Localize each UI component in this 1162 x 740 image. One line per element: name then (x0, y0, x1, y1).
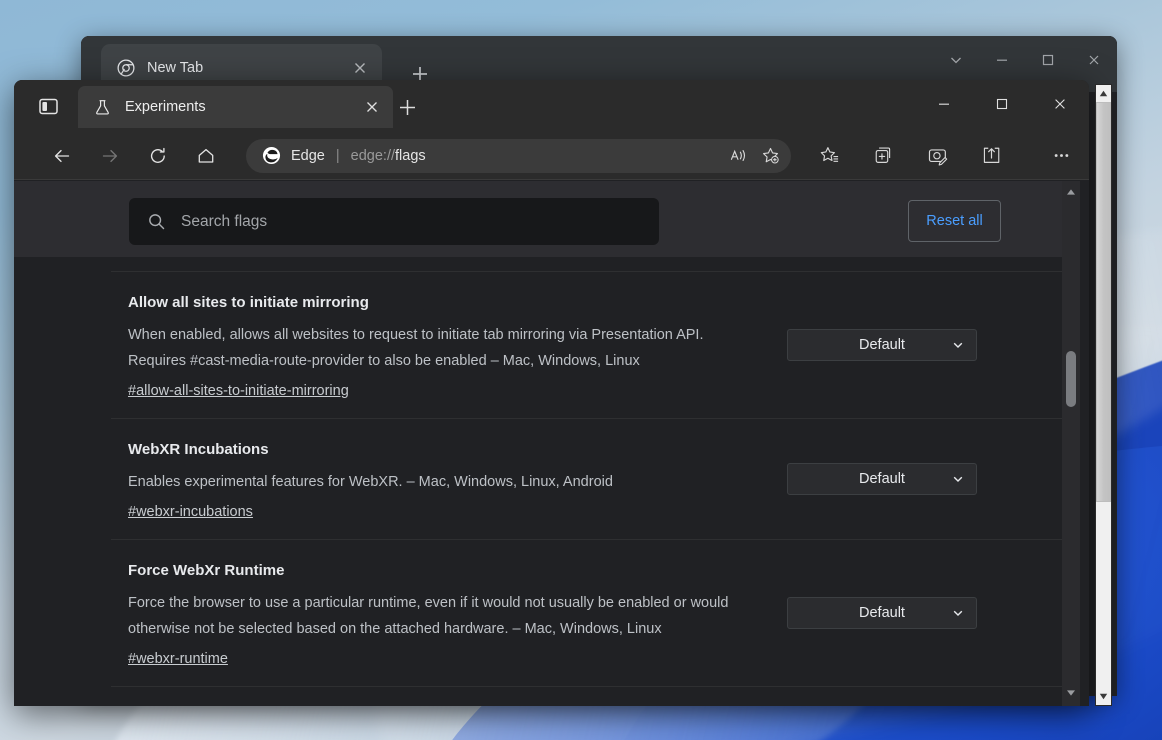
sidebar-toggle-icon[interactable] (28, 88, 68, 124)
close-icon[interactable] (1031, 80, 1089, 128)
omnibox-separator: | (336, 148, 340, 164)
flag-select-wrapper: Default (787, 329, 977, 361)
home-icon[interactable] (188, 138, 224, 174)
flag-value-select[interactable]: Default (787, 463, 977, 495)
flag-anchor-link[interactable]: #webxr-incubations (128, 504, 253, 520)
flag-anchor-link[interactable]: #webxr-runtime (128, 651, 228, 667)
scroll-up-arrow-icon[interactable] (1096, 85, 1111, 102)
flag-entry: WebXR Incubations Enables experimental f… (111, 419, 1062, 540)
chrome-favicon (117, 59, 135, 77)
window-scrollbar[interactable] (1095, 84, 1112, 706)
page-scrollbar[interactable] (1062, 181, 1080, 706)
reset-all-button[interactable]: Reset all (908, 200, 1001, 242)
scroll-down-arrow-icon[interactable] (1062, 684, 1080, 702)
omnibox-url[interactable]: edge://flags (351, 148, 426, 164)
forward-arrow-icon[interactable] (92, 138, 128, 174)
flag-description: Enables experimental features for WebXR.… (111, 469, 762, 495)
search-icon (147, 212, 166, 231)
omnibox-url-emphasis: flags (395, 148, 426, 164)
flask-icon (94, 99, 111, 116)
edge-toolbar: Edge | edge://flags (14, 132, 1089, 180)
omnibox-url-prefix: edge:// (351, 148, 395, 164)
flag-title: Allow all sites to initiate mirroring (111, 294, 762, 311)
scroll-down-arrow-icon[interactable] (1096, 688, 1111, 705)
window-scrollbar-thumb[interactable] (1096, 102, 1111, 502)
collections-icon[interactable] (865, 138, 901, 174)
address-bar[interactable]: Edge | edge://flags (246, 139, 791, 173)
favorites-icon[interactable] (811, 138, 847, 174)
edge-logo-icon (262, 146, 281, 165)
maximize-icon[interactable] (973, 80, 1031, 128)
read-aloud-icon[interactable] (723, 142, 753, 170)
edge-window-controls (915, 80, 1089, 128)
minimize-icon[interactable] (915, 80, 973, 128)
flag-select-value: Default (859, 605, 905, 621)
close-icon[interactable] (350, 58, 370, 78)
toolbar-actions (811, 138, 1089, 174)
screenshot-icon[interactable] (919, 138, 955, 174)
back-arrow-icon[interactable] (44, 138, 80, 174)
flag-anchor-link[interactable]: #allow-all-sites-to-initiate-mirroring (128, 383, 349, 399)
omnibox-actions (723, 142, 785, 170)
chevron-down-icon (952, 339, 964, 351)
flag-value-select[interactable]: Default (787, 329, 977, 361)
scroll-up-arrow-icon[interactable] (1062, 183, 1080, 201)
ellipsis-icon[interactable] (1043, 138, 1079, 174)
edge-new-tab-button[interactable] (395, 95, 420, 120)
flag-select-value: Default (859, 471, 905, 487)
share-icon[interactable] (973, 138, 1009, 174)
flag-value-select[interactable]: Default (787, 597, 977, 629)
flag-description: Force the browser to use a particular ru… (111, 590, 762, 642)
page-scrollbar-thumb[interactable] (1066, 351, 1076, 407)
flags-scroll-area[interactable]: RFC1918/RFC4193 private addresses. – Mac… (14, 181, 1062, 706)
flag-description: When enabled, allows all websites to req… (111, 322, 762, 374)
close-icon[interactable] (1071, 36, 1117, 84)
add-favorite-icon[interactable] (755, 142, 785, 170)
close-icon[interactable] (361, 96, 383, 118)
chevron-down-icon[interactable] (933, 36, 979, 84)
flag-title: WebXR Incubations (111, 441, 762, 458)
edge-title-bar: Experiments (14, 80, 1089, 132)
flags-page: RFC1918/RFC4193 private addresses. – Mac… (14, 181, 1089, 706)
refresh-icon[interactable] (140, 138, 176, 174)
maximize-icon[interactable] (1025, 36, 1071, 84)
chevron-down-icon (952, 473, 964, 485)
edge-tab-title: Experiments (125, 99, 347, 115)
search-flags-input[interactable]: Search flags (129, 198, 659, 245)
chevron-down-icon (952, 607, 964, 619)
flag-select-value: Default (859, 337, 905, 353)
flag-select-wrapper: Default (787, 597, 977, 629)
reset-all-label: Reset all (926, 213, 982, 229)
search-flags-placeholder: Search flags (181, 213, 267, 231)
edge-tab-experiments[interactable]: Experiments (78, 86, 393, 128)
flag-select-wrapper: Default (787, 463, 977, 495)
flag-title: Force WebXr Runtime (111, 562, 762, 579)
background-window-controls (933, 36, 1117, 84)
flags-header-bar: Search flags Reset all (14, 181, 1062, 257)
background-tab-title: New Tab (147, 60, 338, 76)
edge-browser-window[interactable]: Experiments (14, 80, 1089, 706)
omnibox-brand-label: Edge (291, 148, 325, 164)
flag-entry: Force WebXr Runtime Force the browser to… (111, 540, 1062, 687)
minimize-icon[interactable] (979, 36, 1025, 84)
flag-entry: Allow all sites to initiate mirroring Wh… (111, 272, 1062, 419)
